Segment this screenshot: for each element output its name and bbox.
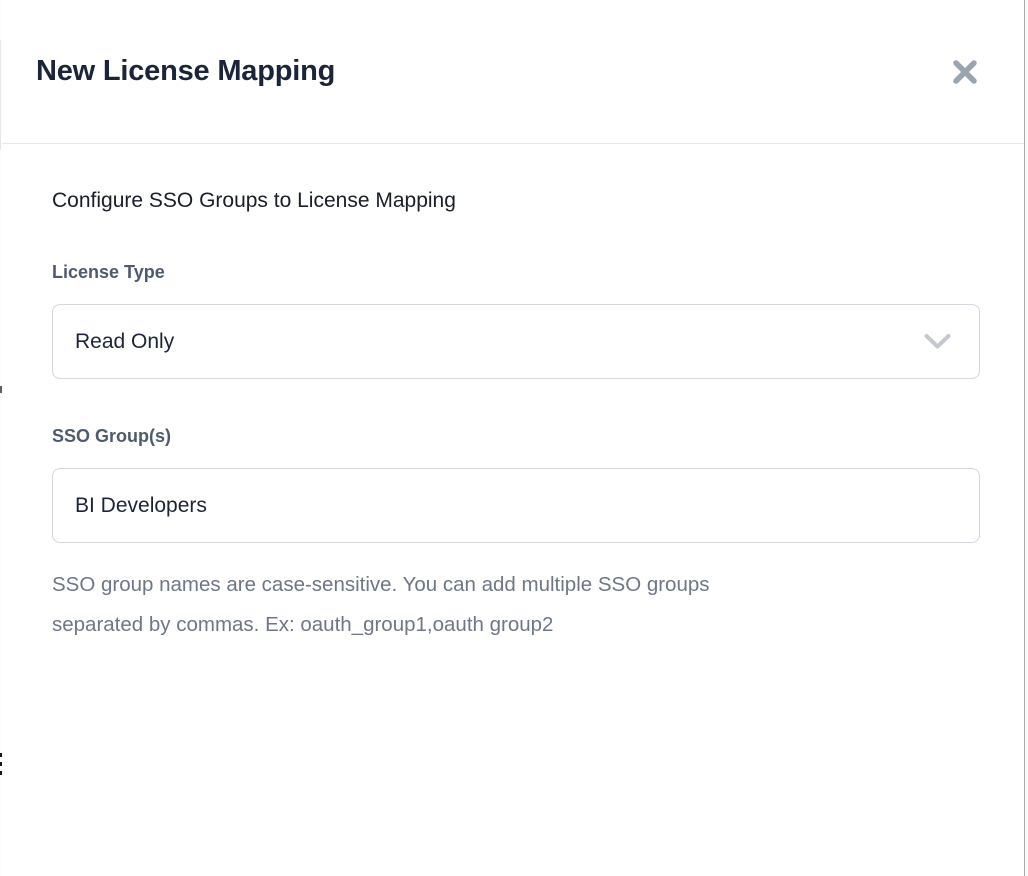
new-license-mapping-modal: New License Mapping Configure SSO Groups… [2,0,1024,876]
sso-groups-helper-text: SSO group names are case-sensitive. You … [52,565,974,645]
modal-header: New License Mapping [2,0,1024,144]
sso-groups-field: SSO Group(s) SSO group names are case-se… [52,426,974,645]
helper-text-line: SSO group names are case-sensitive. You … [52,565,974,605]
background-page-right-edge [1024,0,1028,876]
helper-text-line: separated by commas. Ex: oauth_group1,oa… [52,605,974,645]
chevron-down-icon [924,333,951,350]
sso-groups-input[interactable] [52,468,980,543]
license-type-select[interactable]: Read Only [52,304,980,379]
modal-body: Configure SSO Groups to License Mapping … [2,187,1024,645]
sso-groups-label: SSO Group(s) [52,426,974,447]
close-button[interactable] [948,55,982,89]
close-icon [951,58,979,86]
license-type-label: License Type [52,262,974,283]
license-type-selected-value: Read Only [75,330,174,354]
modal-description: Configure SSO Groups to License Mapping [52,187,974,215]
page-background: New License Mapping Configure SSO Groups… [0,0,1028,876]
left-edge-line [0,40,1,150]
modal-title: New License Mapping [36,55,335,88]
license-type-field: License Type Read Only [52,262,974,379]
